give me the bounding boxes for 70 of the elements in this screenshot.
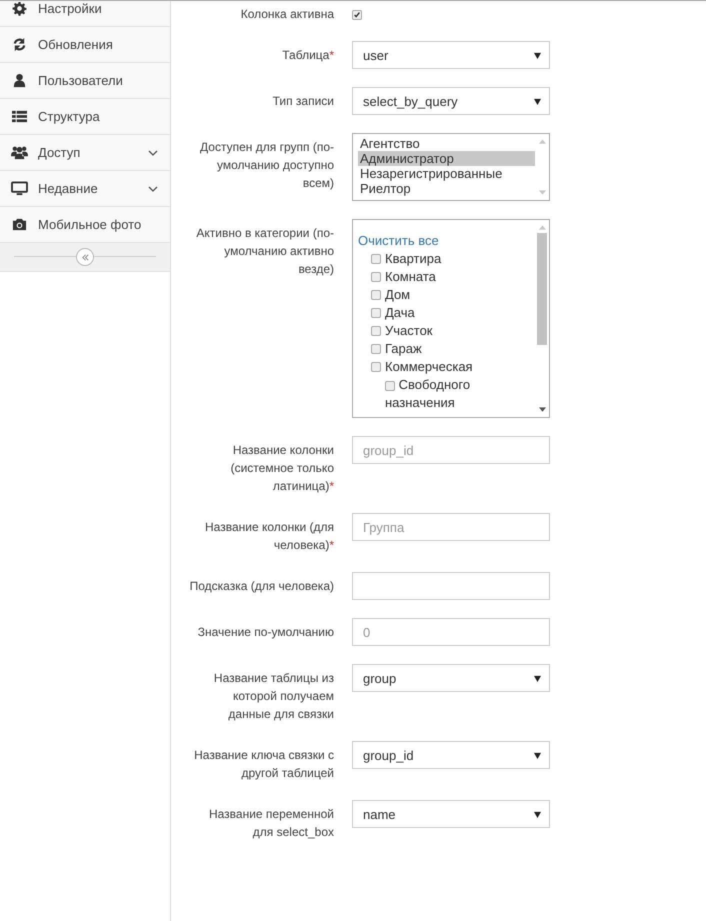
select-dropdown[interactable]: group_id — [352, 741, 550, 769]
gear-icon — [11, 1, 28, 16]
list-option[interactable]: Администратор — [358, 151, 535, 166]
select-dropdown[interactable]: user — [352, 41, 550, 69]
field-label: Тип записи — [272, 93, 334, 110]
caret-icon — [534, 98, 541, 104]
input-field[interactable] — [352, 572, 550, 600]
category-label: Гараж — [385, 340, 422, 358]
listbox[interactable]: Агентство Администратор Незарегистрированные Риелтор — [352, 133, 550, 201]
field-label: Подсказка (для человека) — [188, 578, 334, 595]
field-label: Доступен для групп (по-умолчанию доступно всем) — [199, 139, 334, 192]
category-label: Коммерческая — [385, 358, 473, 376]
caret-icon — [534, 674, 541, 682]
field-label: Название ключа связки с другой таблицей — [193, 747, 334, 782]
field-label: Значение по-умолчанию — [196, 624, 334, 641]
select-dropdown[interactable]: name — [352, 800, 550, 828]
field-label: Название колонки (системное только латиница)* — [230, 442, 334, 495]
input-field[interactable]: Группа — [352, 513, 550, 541]
list-option[interactable]: Агентство — [358, 136, 535, 151]
sidebar-item[interactable]: Недавние — [0, 171, 170, 207]
checkbox[interactable] — [371, 362, 381, 372]
user-icon — [11, 73, 28, 88]
category-label: Участок — [385, 322, 432, 340]
category-label: Квартира — [385, 250, 442, 268]
category-label: Дом — [385, 286, 410, 304]
camera-icon — [11, 217, 28, 232]
checkbox[interactable] — [371, 290, 381, 300]
sidebar-item[interactable]: Структура — [0, 99, 170, 135]
field-label: Название таблицы из которой получаем данные для связки — [212, 670, 334, 723]
checkbox[interactable] — [371, 308, 381, 318]
select-dropdown[interactable]: select_by_query — [352, 87, 550, 115]
field-label: Название переменной для select_box — [208, 806, 334, 841]
sidebar-item[interactable]: Обновления — [0, 27, 170, 63]
field-label: Таблица* — [281, 47, 334, 64]
sidebar-item[interactable]: Пользователи — [0, 63, 170, 99]
caret-icon — [534, 810, 541, 818]
input-field[interactable]: 0 — [352, 618, 550, 646]
checkbox[interactable] — [385, 380, 395, 391]
field-label: Колонка активна — [240, 6, 334, 23]
checkbox[interactable] — [371, 326, 381, 336]
category-label: Дача — [385, 304, 415, 322]
monitor-icon — [11, 181, 28, 196]
chevron-down-icon — [148, 186, 158, 192]
collapse-button[interactable] — [76, 248, 94, 266]
scroll-down-icon[interactable] — [538, 407, 546, 412]
list-option[interactable]: Незарегистрированные — [358, 166, 535, 181]
scrollbar-thumb[interactable] — [537, 233, 547, 345]
chevron-down-icon — [148, 150, 158, 156]
list-option[interactable]: Риелтор — [358, 181, 535, 196]
users-icon — [11, 145, 28, 160]
sidebar-item[interactable]: Доступ — [0, 135, 170, 171]
checkbox[interactable] — [371, 254, 381, 264]
select-dropdown[interactable]: group — [352, 664, 550, 692]
caret-icon — [534, 752, 541, 758]
checkbox[interactable] — [371, 344, 381, 354]
list-icon — [11, 109, 28, 124]
double-chevron-left-icon — [80, 252, 90, 262]
sidebar-item[interactable]: Настройки — [0, 1, 170, 27]
checkbox[interactable] — [352, 10, 362, 20]
scroll-up-icon[interactable] — [538, 225, 546, 230]
scroll-up-icon[interactable] — [538, 139, 546, 144]
field-label: Название колонки (для человека)* — [204, 519, 334, 554]
category-label: Свободного назначения — [385, 376, 472, 412]
caret-icon — [534, 52, 541, 58]
input-field[interactable]: group_id — [352, 436, 550, 464]
category-label: Комната — [385, 268, 436, 286]
checkbox[interactable] — [371, 272, 381, 282]
clear-all-link[interactable]: Очистить все — [358, 232, 439, 250]
field-label: Активно в категории (по-умолчанию активно везде) — [195, 225, 334, 278]
refresh-icon — [11, 37, 28, 52]
